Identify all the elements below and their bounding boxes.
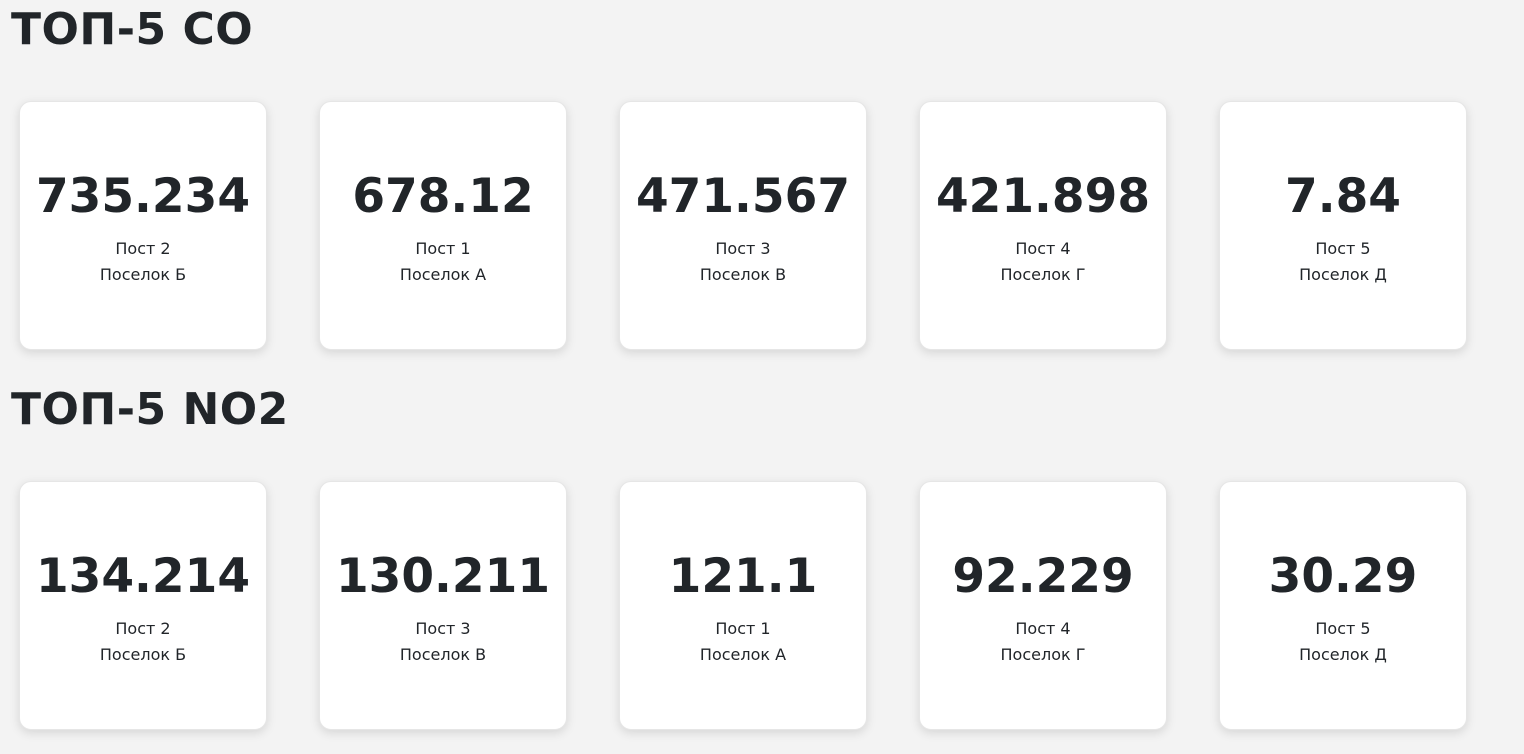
station-value: 678.12: [352, 169, 534, 224]
station-card[interactable]: 121.1 Пост 1 Поселок А: [619, 481, 867, 730]
station-card[interactable]: 678.12 Пост 1 Поселок А: [319, 101, 567, 350]
station-village: Поселок А: [699, 645, 787, 664]
station-village: Поселок Д: [1299, 645, 1387, 664]
station-post: Пост 2: [115, 619, 171, 638]
station-post: Пост 4: [1015, 619, 1071, 638]
top5-co-cards: 735.234 Пост 2 Поселок Б 678.12 Пост 1 П…: [19, 101, 1519, 351]
station-post: Пост 1: [415, 239, 471, 258]
station-post: Пост 5: [1315, 239, 1371, 258]
station-value: 130.211: [335, 549, 551, 604]
station-card[interactable]: 30.29 Пост 5 Поселок Д: [1219, 481, 1467, 730]
station-value: 7.84: [1285, 169, 1401, 224]
station-village: Поселок Б: [99, 645, 187, 664]
station-card[interactable]: 7.84 Пост 5 Поселок Д: [1219, 101, 1467, 350]
station-post: Пост 5: [1315, 619, 1371, 638]
station-post: Пост 2: [115, 239, 171, 258]
station-village: Поселок Д: [1299, 265, 1387, 284]
section-title: ТОП-5 NO2: [11, 384, 289, 435]
station-post: Пост 4: [1015, 239, 1071, 258]
station-card[interactable]: 471.567 Пост 3 Поселок В: [619, 101, 867, 350]
top5-no2-cards: 134.214 Пост 2 Поселок Б 130.211 Пост 3 …: [19, 481, 1519, 731]
station-value: 134.214: [35, 549, 251, 604]
station-post: Пост 3: [715, 239, 771, 258]
station-post: Пост 1: [715, 619, 771, 638]
station-value: 92.229: [952, 549, 1134, 604]
station-post: Пост 3: [415, 619, 471, 638]
station-village: Поселок Г: [1000, 645, 1086, 664]
station-card[interactable]: 735.234 Пост 2 Поселок Б: [19, 101, 267, 350]
station-village: Поселок А: [399, 265, 487, 284]
station-card[interactable]: 130.211 Пост 3 Поселок В: [319, 481, 567, 730]
station-value: 30.29: [1268, 549, 1418, 604]
station-value: 121.1: [668, 549, 818, 604]
station-value: 471.567: [635, 169, 851, 224]
station-value: 421.898: [935, 169, 1151, 224]
station-village: Поселок В: [399, 645, 487, 664]
section-title: ТОП-5 СО: [11, 4, 254, 55]
station-card[interactable]: 134.214 Пост 2 Поселок Б: [19, 481, 267, 730]
station-card[interactable]: 92.229 Пост 4 Поселок Г: [919, 481, 1167, 730]
station-village: Поселок В: [699, 265, 787, 284]
station-village: Поселок Б: [99, 265, 187, 284]
station-card[interactable]: 421.898 Пост 4 Поселок Г: [919, 101, 1167, 350]
station-village: Поселок Г: [1000, 265, 1086, 284]
station-value: 735.234: [35, 169, 251, 224]
